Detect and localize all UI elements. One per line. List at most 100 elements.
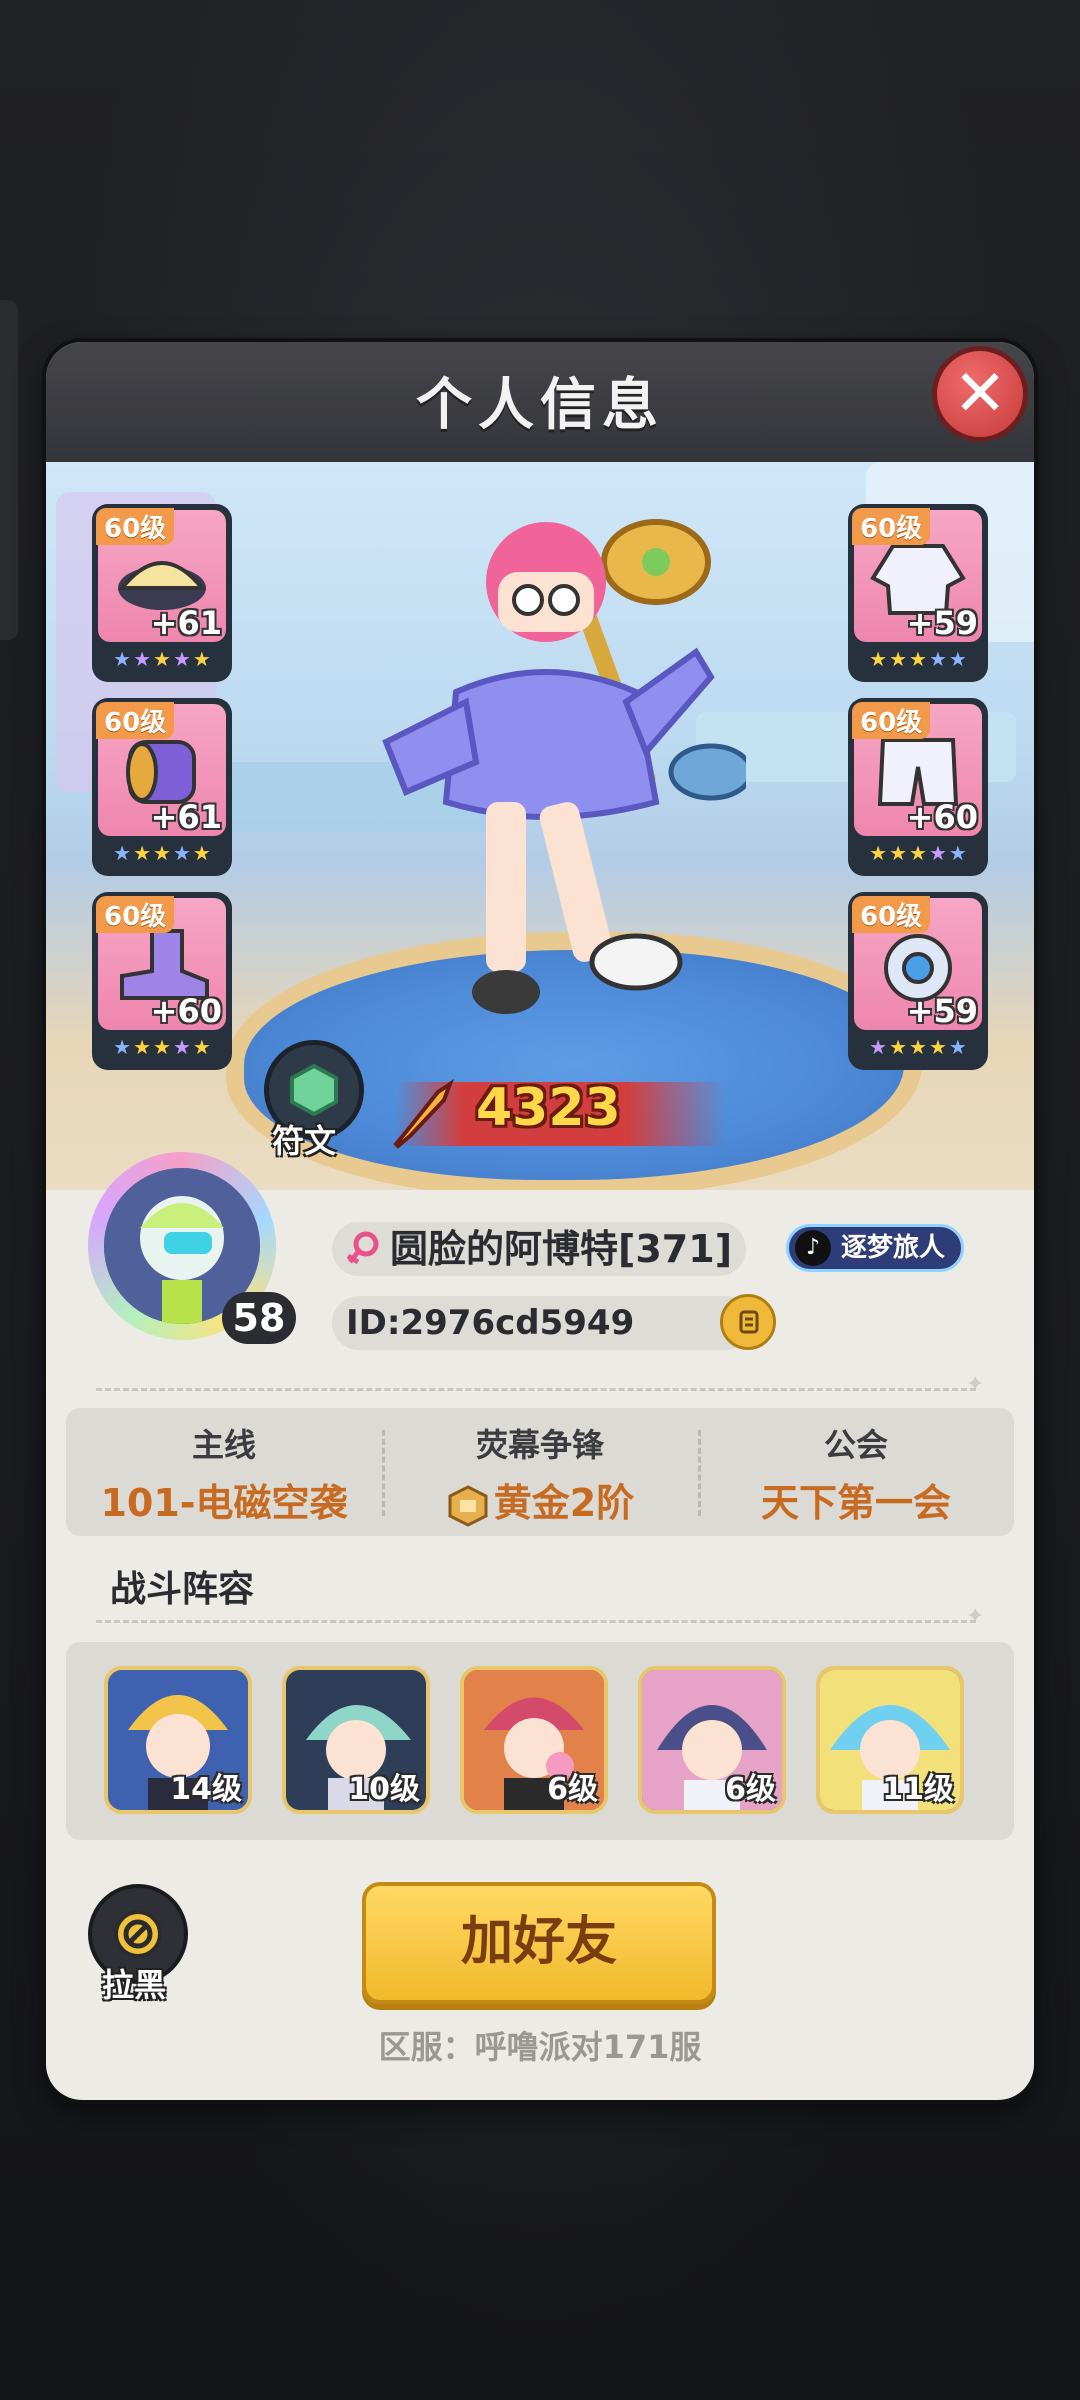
stat-value: 101-电磁空袭 — [100, 1481, 348, 1525]
douyin-icon: ♪ — [795, 1230, 831, 1266]
close-button[interactable]: ✕ — [932, 346, 1028, 442]
star-icon: ★ — [133, 841, 152, 865]
lineup-panel: 14级 10级 6级 6级 11级 — [66, 1642, 1014, 1840]
stat-label: 公会 — [823, 1426, 888, 1464]
equipment-stars: ★ ★ ★ ★ ★ — [854, 648, 982, 670]
star-icon: ★ — [133, 647, 152, 671]
star-icon: ★ — [172, 1035, 191, 1059]
star-icon: ★ — [192, 1035, 211, 1059]
star-icon: ★ — [889, 1035, 908, 1059]
star-icon: ★ — [909, 647, 927, 671]
player-character — [382, 519, 746, 1014]
stat-value-text: 黄金2阶 — [493, 1481, 635, 1525]
copy-icon — [739, 1310, 759, 1334]
star-icon: ★ — [889, 647, 908, 671]
block-icon — [114, 1910, 162, 1958]
block-label: 拉黑 — [102, 1966, 167, 2004]
stat-label: 主线 — [191, 1426, 256, 1464]
add-friend-button[interactable]: 加好友 — [362, 1882, 716, 2004]
star-icon: ★ — [869, 647, 888, 671]
star-icon: ★ — [948, 647, 967, 671]
equipment-level: 60级 — [852, 508, 931, 545]
server-info: 区服：呼噜派对171服 — [378, 2028, 702, 2066]
player-name-text: 圆脸的阿博特[371] — [390, 1227, 733, 1271]
panel-header: 个人信息 — [46, 342, 1034, 462]
equipment-bonus: +59 — [906, 992, 978, 1030]
stats-panel: 主线 101-电磁空袭 荧幕争锋 黄金2阶 公会 天下第一会 — [66, 1408, 1014, 1536]
close-icon: ✕ — [953, 357, 1007, 431]
star-icon: ★ — [153, 647, 171, 671]
star-icon: ★ — [133, 1035, 152, 1059]
star-icon: ★ — [928, 1035, 947, 1059]
background-edge — [0, 300, 18, 640]
star-icon: ★ — [153, 841, 171, 865]
equipment-bonus: +61 — [150, 798, 222, 836]
stat-mainline[interactable]: 主线 101-电磁空袭 — [66, 1408, 382, 1536]
equipment-stars: ★ ★ ★ ★ ★ — [854, 1036, 982, 1058]
stat-value: 黄金2阶 — [382, 1472, 698, 1528]
rune-label: 符文 — [272, 1122, 337, 1160]
star-icon: ★ — [113, 1035, 132, 1059]
star-icon: ★ — [172, 841, 191, 865]
star-icon: ★ — [928, 647, 947, 671]
star-icon: ★ — [172, 647, 191, 671]
hero-level: 11级 — [882, 1772, 954, 1807]
lineup-title: 战斗阵容 — [110, 1569, 255, 1610]
equipment-stars: ★ ★ ★ ★ ★ — [98, 648, 226, 670]
equipment-stars: ★ ★ ★ ★ ★ — [98, 1036, 226, 1058]
equipment-slot-gadget[interactable]: 60级 +59 ★ ★ ★ ★ ★ — [848, 892, 988, 1070]
equipment-bonus: +60 — [150, 992, 222, 1030]
hero-card[interactable]: 14级 — [104, 1666, 252, 1814]
hero-card[interactable]: 11级 — [816, 1666, 964, 1814]
equipment-level: 60级 — [852, 896, 931, 933]
stat-label: 荧幕争锋 — [475, 1426, 604, 1464]
sword-icon — [393, 1078, 455, 1149]
equipment-slot-boots[interactable]: 60级 +60 ★ ★ ★ ★ ★ — [92, 892, 232, 1070]
equipment-bonus: +61 — [150, 604, 222, 642]
equipment-slot-bracer[interactable]: 60级 +61 ★ ★ ★ ★ ★ — [92, 698, 232, 876]
equipment-level: 60级 — [96, 508, 175, 545]
equipment-slot-jacket[interactable]: 60级 +59 ★ ★ ★ ★ ★ — [848, 504, 988, 682]
star-icon: ★ — [192, 841, 211, 865]
stat-value: 天下第一会 — [760, 1481, 951, 1525]
hero-card[interactable]: 6级 — [460, 1666, 608, 1814]
star-icon: ★ — [192, 647, 211, 671]
star-icon: ★ — [948, 841, 967, 865]
stat-guild[interactable]: 公会 天下第一会 — [698, 1408, 1014, 1536]
star-icon: ★ — [948, 1035, 967, 1059]
character-showcase: 60级 +61 ★ ★ ★ ★ ★ 60级 +61 ★ ★ ★ ★ ★ 60级 … — [46, 462, 1034, 1190]
rune-icon — [290, 1063, 338, 1117]
hero-level: 6级 — [725, 1772, 776, 1807]
equipment-stars: ★ ★ ★ ★ ★ — [854, 842, 982, 864]
star-icon: ★ — [889, 841, 908, 865]
copy-id-button[interactable] — [720, 1294, 776, 1350]
star-icon: ★ — [909, 1035, 927, 1059]
divider — [96, 1620, 976, 1623]
hero-level: 6级 — [547, 1772, 598, 1807]
equipment-stars: ★ ★ ★ ★ ★ — [98, 842, 226, 864]
title-badge[interactable]: ♪ 逐梦旅人 — [786, 1224, 964, 1272]
equipment-level: 60级 — [96, 702, 175, 739]
star-icon: ★ — [869, 841, 888, 865]
divider — [96, 1388, 976, 1391]
star-icon: ★ — [113, 841, 132, 865]
star-icon: ★ — [909, 841, 927, 865]
star-icon: ★ — [928, 841, 947, 865]
equipment-level: 60级 — [96, 896, 175, 933]
star-icon: ★ — [869, 1035, 888, 1059]
sparkle-icon: ✦ — [966, 1604, 985, 1629]
equipment-slot-pants[interactable]: 60级 +60 ★ ★ ★ ★ ★ — [848, 698, 988, 876]
hero-level: 14级 — [170, 1772, 242, 1807]
equipment-level: 60级 — [852, 702, 931, 739]
gold-rank-icon — [448, 1484, 488, 1527]
equipment-slot-helmet[interactable]: 60级 +61 ★ ★ ★ ★ ★ — [92, 504, 232, 682]
stat-arena[interactable]: 荧幕争锋 黄金2阶 — [382, 1408, 698, 1536]
hero-card[interactable]: 6级 — [638, 1666, 786, 1814]
hero-card[interactable]: 10级 — [282, 1666, 430, 1814]
star-icon: ★ — [113, 647, 132, 671]
player-id: ID:2976cd5949 — [332, 1296, 752, 1350]
star-icon: ★ — [153, 1035, 171, 1059]
combat-power: 4323 — [476, 1078, 621, 1138]
badge-label: 逐梦旅人 — [841, 1233, 946, 1263]
equipment-bonus: +60 — [906, 798, 978, 836]
